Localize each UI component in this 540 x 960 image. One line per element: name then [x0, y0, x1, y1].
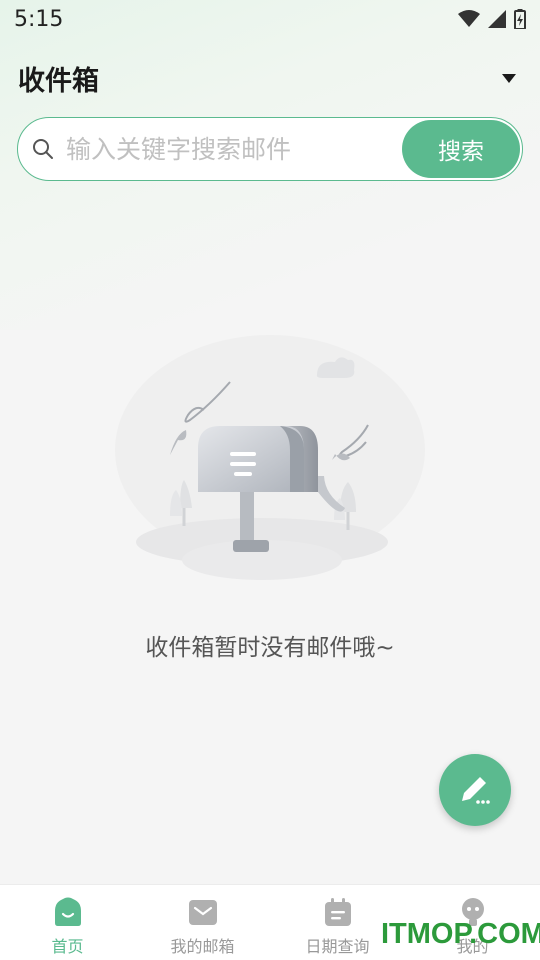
status-icons	[458, 9, 526, 29]
nav-label-date-query: 日期查询	[305, 937, 370, 956]
nav-item-mailbox[interactable]: 我的邮箱	[135, 885, 270, 960]
status-bar: 5:15	[0, 0, 540, 38]
compose-button[interactable]	[439, 754, 511, 826]
nav-item-home[interactable]: 首页	[0, 885, 135, 960]
caret-down-icon[interactable]	[502, 73, 516, 83]
watermark: ITMOP.COM	[381, 918, 540, 950]
mailbox-illustration	[115, 335, 425, 580]
header: 收件箱	[0, 56, 540, 100]
search-button[interactable]: 搜索	[402, 120, 520, 178]
edit-pencil-icon	[462, 777, 490, 804]
page-title: 收件箱	[18, 65, 99, 97]
search-input[interactable]	[66, 134, 402, 164]
nav-label-home: 首页	[51, 937, 84, 956]
nav-label-mailbox: 我的邮箱	[170, 937, 235, 956]
mailbox-icon	[188, 900, 217, 925]
status-time: 5:15	[14, 6, 64, 32]
search-bar: 搜索	[17, 117, 523, 181]
battery-icon	[514, 9, 526, 29]
calendar-icon	[324, 898, 351, 926]
wifi-icon	[458, 10, 480, 27]
home-icon	[54, 897, 81, 926]
search-icon	[33, 139, 53, 159]
empty-state-message: 收件箱暂时没有邮件哦~	[145, 635, 395, 661]
signal-icon	[488, 10, 506, 28]
